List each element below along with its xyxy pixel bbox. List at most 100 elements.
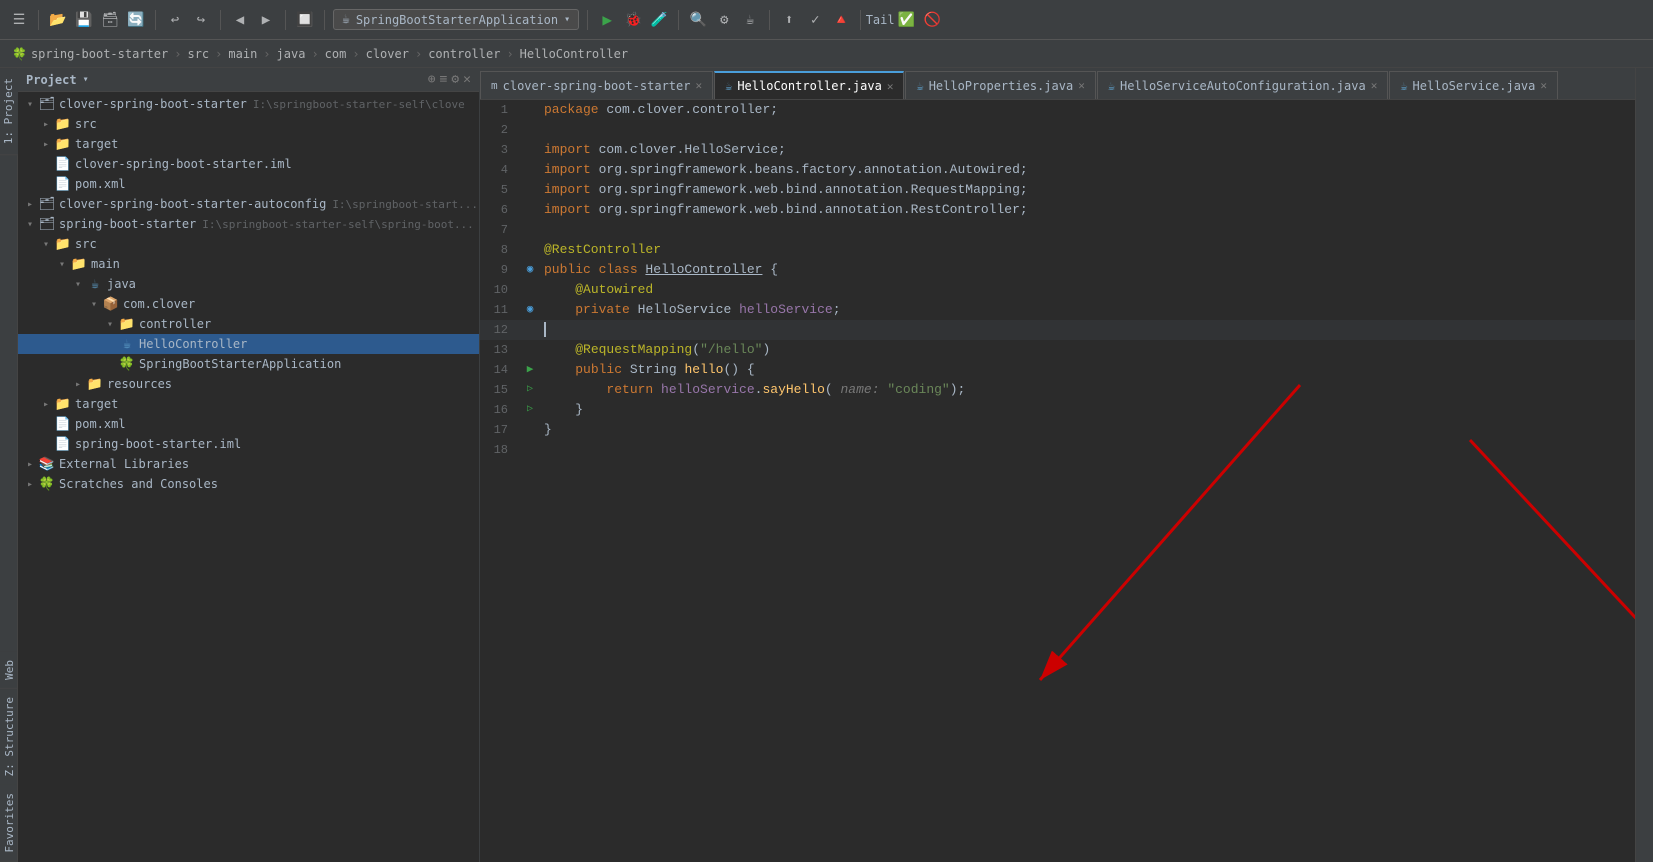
line-content[interactable]: import org.springframework.web.bind.anno… xyxy=(540,200,1635,220)
gutter-impl-icon[interactable]: ◉ xyxy=(527,260,534,280)
tail-icon1[interactable]: ✅ xyxy=(895,9,917,31)
redo-icon[interactable]: ↪ xyxy=(190,9,212,31)
breadcrumb-src[interactable]: src xyxy=(187,47,209,61)
tab-close-active-icon[interactable]: ✕ xyxy=(887,80,894,93)
breadcrumb-clover[interactable]: clover xyxy=(366,47,409,61)
tab-clover-starter[interactable]: m clover-spring-boot-starter ✕ xyxy=(480,71,713,99)
breadcrumb-com[interactable]: com xyxy=(325,47,347,61)
vcs-push-icon[interactable]: 🔺 xyxy=(830,9,852,31)
save-all-icon[interactable]: 🗃 xyxy=(99,9,121,31)
line-content[interactable]: private HelloService helloService; xyxy=(540,300,1635,320)
line-content[interactable]: @Autowired xyxy=(540,280,1635,300)
line-content[interactable]: import org.springframework.web.bind.anno… xyxy=(540,180,1635,200)
run-config[interactable]: ☕ SpringBootStarterApplication ▾ xyxy=(333,9,579,30)
tab-close-icon-2[interactable]: ✕ xyxy=(1078,79,1085,92)
project-tab[interactable]: 1: Project xyxy=(0,68,18,155)
nav-forward-icon[interactable]: ▶ xyxy=(255,9,277,31)
tree-item-src1[interactable]: ▸ 📁 src xyxy=(18,114,479,134)
tree-item-clover-root[interactable]: ▾ 🗂 clover-spring-boot-starter I:\spring… xyxy=(18,94,479,114)
tree-hint: I:\springboot-starter-self\spring-boot..… xyxy=(202,218,474,231)
tab-hello-controller[interactable]: ☕ HelloController.java ✕ xyxy=(714,71,904,99)
debug-icon[interactable]: 🐞 xyxy=(622,9,644,31)
undo-icon[interactable]: ↩ xyxy=(164,9,186,31)
tree-item-iml1[interactable]: 📄 clover-spring-boot-starter.iml xyxy=(18,154,479,174)
panel-settings-icon[interactable]: ⚙ xyxy=(451,72,459,87)
gutter-icon-16[interactable]: ▷ xyxy=(527,400,533,420)
line-content[interactable]: package com.clover.controller; xyxy=(540,100,1635,120)
line-content[interactable] xyxy=(540,320,1635,340)
main-container: 1: Project Project ▾ ⊕ ≡ ⚙ ✕ ▾ 🗂 clover-… xyxy=(0,68,1653,862)
search-icon[interactable]: 🔍 xyxy=(687,9,709,31)
tree-item-src2[interactable]: ▾ 📁 src xyxy=(18,234,479,254)
tree-item-target2[interactable]: ▸ 📁 target xyxy=(18,394,479,414)
favorites-tab[interactable]: Favorites xyxy=(0,785,17,862)
line-content[interactable]: import com.clover.HelloService; xyxy=(540,140,1635,160)
tab-hello-service-auto[interactable]: ☕ HelloServiceAutoConfiguration.java ✕ xyxy=(1097,71,1389,99)
tree-item-main[interactable]: ▾ 📁 main xyxy=(18,254,479,274)
panel-dropdown-icon[interactable]: ▾ xyxy=(83,74,89,85)
line-content[interactable]: public class HelloController { xyxy=(540,260,1635,280)
tab-close-icon-3[interactable]: ✕ xyxy=(1371,79,1378,92)
panel-close-icon[interactable]: ✕ xyxy=(463,72,471,87)
sdk-icon[interactable]: ☕ xyxy=(739,9,761,31)
breadcrumb-class[interactable]: HelloController xyxy=(520,47,628,61)
tree-item-com-clover[interactable]: ▾ 📦 com.clover xyxy=(18,294,479,314)
menu-icon[interactable]: ☰ xyxy=(8,9,30,31)
run-icon[interactable]: ▶ xyxy=(596,9,618,31)
structure-tab[interactable]: Z: Structure xyxy=(0,689,17,785)
tab-close-icon-4[interactable]: ✕ xyxy=(1540,79,1547,92)
web-tab[interactable]: Web xyxy=(0,652,17,689)
breadcrumb-controller[interactable]: controller xyxy=(428,47,500,61)
gutter-field-icon[interactable]: ◉ xyxy=(527,300,534,320)
breadcrumb-java[interactable]: java xyxy=(277,47,306,61)
code-editor[interactable]: 1 package com.clover.controller; 2 3 imp… xyxy=(480,100,1635,862)
tree-item-java[interactable]: ▾ ☕ java xyxy=(18,274,479,294)
tree-item-spring-app[interactable]: 🍀 SpringBootStarterApplication xyxy=(18,354,479,374)
run-with-coverage-icon[interactable]: 🧪 xyxy=(648,9,670,31)
tree-item-autoconfig-root[interactable]: ▸ 🗂 clover-spring-boot-starter-autoconfi… xyxy=(18,194,479,214)
tab-hello-service[interactable]: ☕ HelloService.java ✕ xyxy=(1389,71,1558,99)
line-content[interactable] xyxy=(540,220,1635,240)
tree-item-pom1[interactable]: 📄 pom.xml xyxy=(18,174,479,194)
tab-close-icon[interactable]: ✕ xyxy=(695,79,702,92)
code-line-1: 1 package com.clover.controller; xyxy=(480,100,1635,120)
save-icon[interactable]: 💾 xyxy=(73,9,95,31)
line-content[interactable] xyxy=(540,120,1635,140)
sync-icon[interactable]: 🔄 xyxy=(125,9,147,31)
line-content[interactable]: @RestController xyxy=(540,240,1635,260)
line-content[interactable]: } xyxy=(540,420,1635,440)
separator-4 xyxy=(285,10,286,30)
structure-icon[interactable]: 🔲 xyxy=(294,9,316,31)
tree-item-target1[interactable]: ▸ 📁 target xyxy=(18,134,479,154)
line-content[interactable] xyxy=(540,440,1635,460)
tree-item-spring-root[interactable]: ▾ 🗂 spring-boot-starter I:\springboot-st… xyxy=(18,214,479,234)
vcs-commit-icon[interactable]: ✓ xyxy=(804,9,826,31)
tab-icon-java: ☕ xyxy=(725,79,732,93)
nav-back-icon[interactable]: ◀ xyxy=(229,9,251,31)
tree-item-iml2[interactable]: 📄 spring-boot-starter.iml xyxy=(18,434,479,454)
panel-locate-icon[interactable]: ⊕ xyxy=(428,72,436,87)
line-content[interactable]: public String hello() { xyxy=(540,360,1635,380)
tail-icon2[interactable]: 🚫 xyxy=(921,9,943,31)
open-icon[interactable]: 📂 xyxy=(47,9,69,31)
tree-item-external-libs[interactable]: ▸ 📚 External Libraries xyxy=(18,454,479,474)
gutter-method-icon[interactable]: ▶ xyxy=(527,360,534,380)
settings-icon[interactable]: ⚙ xyxy=(713,9,735,31)
tree-item-pom2[interactable]: 📄 pom.xml xyxy=(18,414,479,434)
tree-item-controller[interactable]: ▾ 📁 controller xyxy=(18,314,479,334)
line-content[interactable]: import org.springframework.beans.factory… xyxy=(540,160,1635,180)
line-content[interactable]: } xyxy=(540,400,1635,420)
line-gutter-14: ▶ xyxy=(520,360,540,380)
tab-hello-properties[interactable]: ☕ HelloProperties.java ✕ xyxy=(905,71,1095,99)
breadcrumb-project[interactable]: spring-boot-starter xyxy=(31,47,168,61)
line-content[interactable]: return helloService.sayHello( name: "cod… xyxy=(540,380,1635,400)
panel-expand-icon[interactable]: ≡ xyxy=(440,72,448,87)
gutter-icon-15[interactable]: ▷ xyxy=(527,380,533,400)
line-content[interactable]: @RequestMapping("/hello") xyxy=(540,340,1635,360)
tree-item-hello-controller[interactable]: ☕ HelloController xyxy=(18,334,479,354)
breadcrumb-main[interactable]: main xyxy=(228,47,257,61)
tree-item-resources[interactable]: ▸ 📁 resources xyxy=(18,374,479,394)
tree-item-scratches[interactable]: ▸ 🍀 Scratches and Consoles xyxy=(18,474,479,494)
vcs-update-icon[interactable]: ⬆ xyxy=(778,9,800,31)
src-folder-icon: 📁 xyxy=(54,116,72,132)
